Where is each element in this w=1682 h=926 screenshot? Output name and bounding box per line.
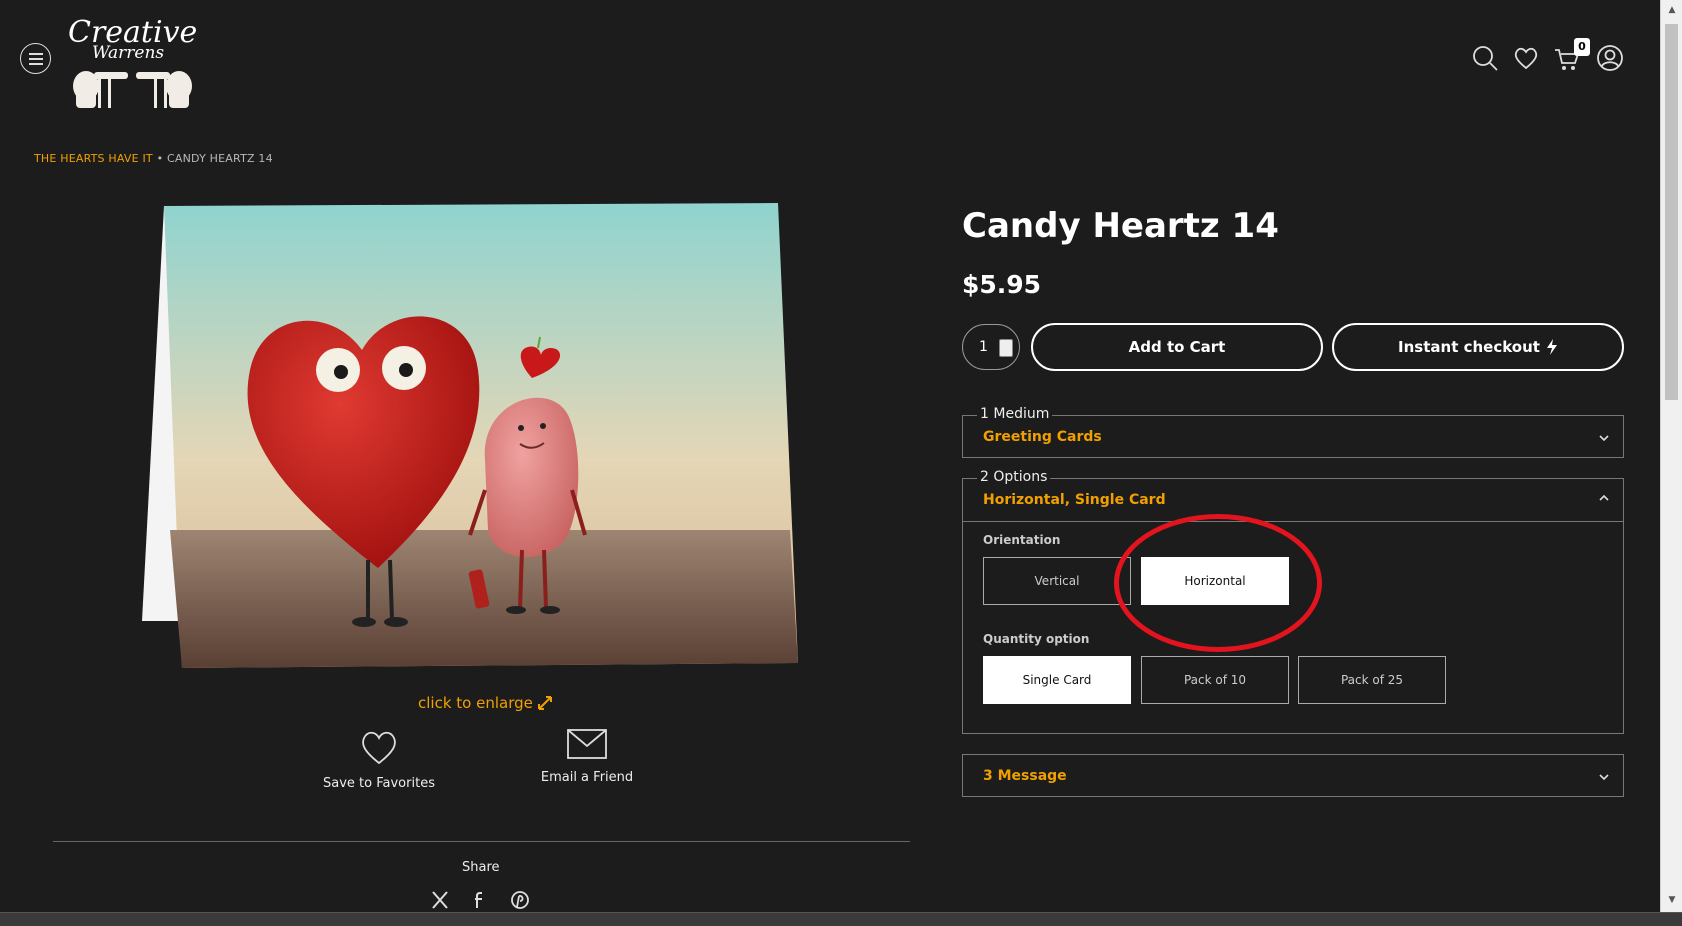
breadcrumb-separator: • — [156, 152, 164, 165]
envelope-icon — [567, 729, 607, 759]
orientation-vertical-option[interactable]: Vertical — [983, 557, 1131, 605]
chevron-up-icon[interactable] — [1599, 493, 1609, 503]
quantity-single-card-option[interactable]: Single Card — [983, 656, 1131, 704]
lightning-icon — [1546, 339, 1557, 355]
scrollbar-thumb[interactable] — [1665, 24, 1678, 400]
user-icon[interactable] — [1596, 44, 1624, 72]
pinterest-icon[interactable] — [510, 890, 530, 910]
options-value: Horizontal, Single Card — [983, 492, 1166, 508]
breadcrumb-current: CANDY HEARTZ 14 — [166, 152, 273, 165]
breadcrumb-parent-link[interactable]: THE HEARTS HAVE IT — [34, 152, 153, 165]
quantity-pack-of-10-option[interactable]: Pack of 10 — [1141, 656, 1289, 704]
options-legend: 2 Options — [977, 469, 1051, 485]
quantity-stepper[interactable] — [999, 339, 1013, 357]
quantity-pack-of-25-option[interactable]: Pack of 25 — [1298, 656, 1446, 704]
cart-count-badge: 0 — [1574, 38, 1590, 56]
menu-button[interactable] — [20, 43, 51, 74]
scroll-up-arrow-icon[interactable]: ▲ — [1666, 4, 1678, 16]
product-price: $5.95 — [962, 270, 1042, 299]
share-divider — [53, 841, 910, 842]
instant-checkout-label: Instant checkout — [1398, 338, 1540, 356]
quantity-input[interactable]: 1 — [962, 324, 1020, 370]
chevron-down-icon[interactable] — [1599, 772, 1609, 782]
quantity-value: 1 — [979, 339, 988, 355]
search-icon[interactable] — [1471, 44, 1499, 72]
email-a-friend-label: Email a Friend — [540, 770, 634, 785]
share-label: Share — [462, 860, 500, 875]
expand-icon — [537, 696, 552, 710]
orientation-label: Orientation — [983, 533, 1061, 547]
heart-outline-icon — [362, 731, 396, 765]
medium-value: Greeting Cards — [983, 429, 1102, 445]
share-icons — [430, 890, 530, 910]
hamburger-icon — [28, 52, 43, 65]
save-to-favorites-label: Save to Favorites — [323, 776, 435, 791]
quantity-option-label: Quantity option — [983, 632, 1090, 646]
medium-section[interactable]: 1 Medium Greeting Cards — [962, 406, 1624, 458]
breadcrumb: THE HEARTS HAVE IT • CANDY HEARTZ 14 — [34, 152, 273, 165]
chevron-down-icon[interactable] — [1599, 433, 1609, 443]
logo-text-warrens: Warrens — [92, 43, 164, 63]
heart-icon[interactable] — [1512, 44, 1540, 72]
medium-legend: 1 Medium — [977, 406, 1053, 422]
add-to-cart-button[interactable]: Add to Cart — [1031, 323, 1323, 371]
facebook-icon[interactable] — [470, 890, 490, 910]
product-image[interactable] — [140, 200, 800, 670]
options-header-divider — [963, 521, 1623, 522]
x-icon[interactable] — [430, 890, 450, 910]
instant-checkout-button[interactable]: Instant checkout — [1332, 323, 1624, 371]
product-title: Candy Heartz 14 — [962, 206, 1279, 246]
message-label: 3 Message — [983, 768, 1067, 784]
red-circle-annotation — [1114, 514, 1322, 652]
scroll-down-arrow-icon[interactable]: ▼ — [1666, 894, 1678, 906]
save-to-favorites-button[interactable]: Save to Favorites — [304, 728, 454, 791]
add-to-cart-label: Add to Cart — [1128, 338, 1226, 356]
enlarge-link[interactable]: click to enlarge — [418, 694, 553, 712]
site-logo[interactable]: Creative Warrens — [64, 6, 204, 111]
email-a-friend-button[interactable]: Email a Friend — [512, 728, 662, 785]
vertical-scrollbar[interactable]: ▲ ▼ — [1660, 0, 1682, 912]
enlarge-label: click to enlarge — [418, 694, 533, 712]
message-section[interactable]: 3 Message — [962, 754, 1624, 797]
window-bottom-bar — [0, 912, 1682, 926]
